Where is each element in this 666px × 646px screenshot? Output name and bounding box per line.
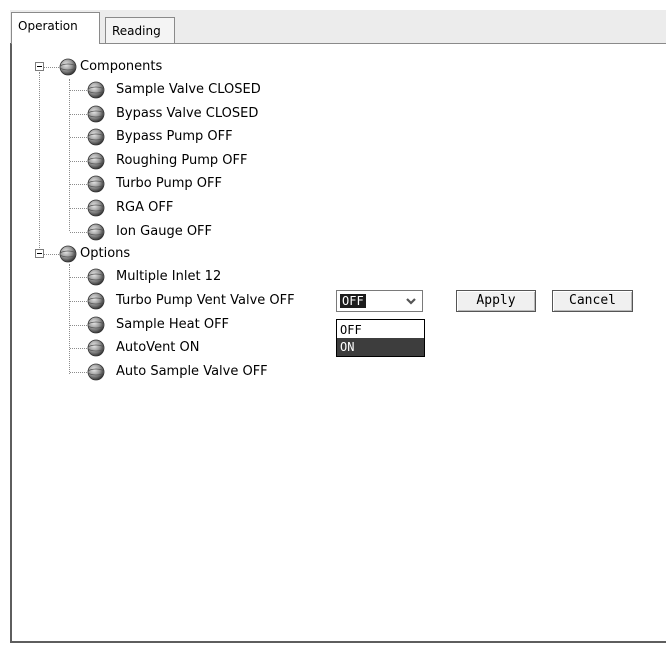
gear-sphere-icon	[87, 175, 105, 193]
tree-node-label: Turbo Pump Vent Valve OFF	[116, 292, 295, 308]
tree-node-label: Multiple Inlet 12	[116, 269, 222, 284]
collapse-minus-icon[interactable]	[35, 249, 44, 258]
tree-connector	[44, 254, 59, 255]
gear-sphere-icon	[59, 245, 77, 263]
value-select[interactable]: OFF	[336, 290, 423, 312]
collapse-minus-icon[interactable]	[35, 62, 44, 71]
cancel-button[interactable]: Cancel	[552, 290, 633, 312]
gear-sphere-icon	[59, 58, 77, 76]
options-branch-line	[69, 264, 70, 374]
gear-sphere-icon	[87, 268, 105, 286]
gear-sphere-icon	[87, 316, 105, 333]
option-off[interactable]: OFF	[337, 321, 424, 339]
tree-connector	[70, 277, 87, 278]
tree-node-label: Components	[80, 59, 163, 74]
gear-sphere-icon	[87, 292, 105, 310]
tree-node-label: Turbo Pump OFF	[116, 176, 222, 192]
tree-connector	[70, 90, 87, 91]
tree-node-label: Bypass Valve CLOSED	[116, 105, 259, 121]
tab-operation[interactable]: Operation	[11, 12, 100, 44]
tree-node-label: Roughing Pump OFF	[116, 152, 248, 168]
tree-connector	[70, 113, 87, 115]
tab-reading[interactable]: Reading	[105, 17, 175, 44]
tree-connector	[70, 348, 87, 350]
tree-connector	[70, 231, 87, 233]
tree-node-label: Sample Valve CLOSED	[116, 82, 261, 97]
tree-node-label: Options	[80, 246, 131, 261]
tree-connector	[70, 160, 87, 162]
tree-connector	[44, 67, 59, 68]
panel-bottom-border	[10, 641, 666, 643]
gear-sphere-icon	[87, 339, 105, 357]
tree-connector	[70, 137, 87, 139]
panel-left-border	[10, 43, 12, 643]
select-current-value: OFF	[340, 294, 366, 308]
tree-connector	[70, 184, 87, 186]
gear-sphere-icon	[87, 152, 105, 170]
gear-sphere-icon	[87, 363, 105, 381]
tree-node-label: RGA OFF	[116, 200, 174, 215]
tree-node-label: Ion Gauge OFF	[116, 223, 213, 239]
chevron-down-icon[interactable]	[403, 293, 419, 309]
gear-sphere-icon	[87, 81, 105, 99]
gear-sphere-icon	[87, 128, 105, 146]
tree-node-label: Bypass Pump OFF	[116, 129, 233, 145]
tree-connector	[70, 208, 87, 209]
select-options-list: OFF ON	[336, 319, 425, 357]
option-on[interactable]: ON	[337, 338, 424, 356]
gear-sphere-icon	[87, 199, 105, 217]
tree-node-label: Sample Heat OFF	[116, 316, 230, 332]
tree-connector	[70, 324, 87, 326]
gear-sphere-icon	[87, 223, 105, 240]
tree-node-label: AutoVent ON	[116, 340, 200, 356]
tree-root-line	[39, 72, 40, 256]
apply-button[interactable]: Apply	[456, 290, 536, 312]
window-top	[0, 0, 666, 10]
gear-sphere-icon	[87, 105, 105, 122]
tree-node-label: Auto Sample Valve OFF	[116, 364, 268, 380]
tree-connector	[70, 372, 87, 374]
tree-connector	[70, 300, 87, 302]
